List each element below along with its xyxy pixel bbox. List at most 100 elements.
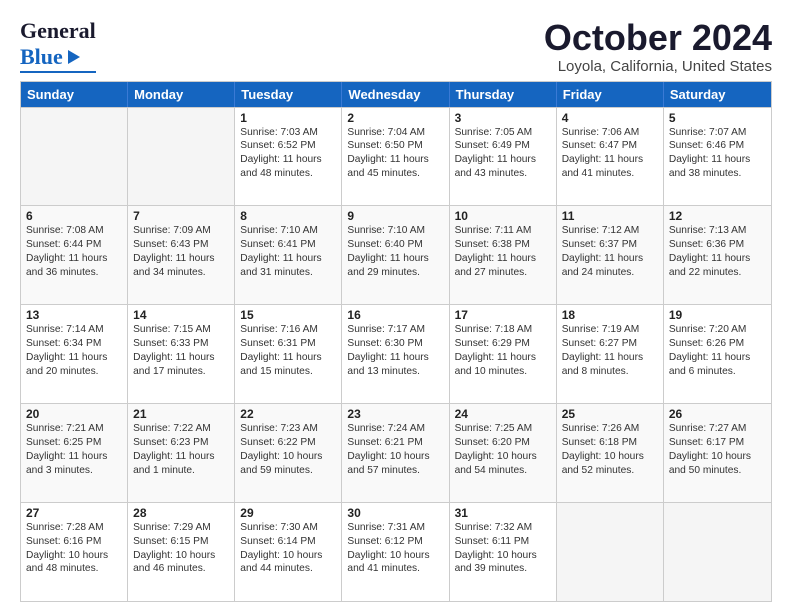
- table-row: 31Sunrise: 7:32 AM Sunset: 6:11 PM Dayli…: [450, 503, 557, 601]
- table-row: 26Sunrise: 7:27 AM Sunset: 6:17 PM Dayli…: [664, 404, 771, 502]
- day-number: 4: [562, 111, 658, 125]
- cell-details: Sunrise: 7:07 AM Sunset: 6:46 PM Dayligh…: [669, 126, 766, 181]
- title-area: October 2024 Loyola, California, United …: [544, 18, 772, 75]
- page: General Blue October 2024 Loyola, Califo…: [0, 0, 792, 612]
- table-row: 7Sunrise: 7:09 AM Sunset: 6:43 PM Daylig…: [128, 206, 235, 304]
- calendar-header: Sunday Monday Tuesday Wednesday Thursday…: [21, 82, 771, 107]
- cell-details: Sunrise: 7:06 AM Sunset: 6:47 PM Dayligh…: [562, 126, 658, 181]
- day-number: 21: [133, 407, 229, 421]
- table-row: 14Sunrise: 7:15 AM Sunset: 6:33 PM Dayli…: [128, 305, 235, 403]
- cell-details: Sunrise: 7:19 AM Sunset: 6:27 PM Dayligh…: [562, 323, 658, 378]
- table-row: 6Sunrise: 7:08 AM Sunset: 6:44 PM Daylig…: [21, 206, 128, 304]
- day-number: 20: [26, 407, 122, 421]
- day-number: 23: [347, 407, 443, 421]
- cell-details: Sunrise: 7:13 AM Sunset: 6:36 PM Dayligh…: [669, 224, 766, 279]
- table-row: 27Sunrise: 7:28 AM Sunset: 6:16 PM Dayli…: [21, 503, 128, 601]
- table-row: 18Sunrise: 7:19 AM Sunset: 6:27 PM Dayli…: [557, 305, 664, 403]
- calendar-body: 1Sunrise: 7:03 AM Sunset: 6:52 PM Daylig…: [21, 107, 771, 601]
- logo-general: General: [20, 18, 96, 43]
- cell-details: Sunrise: 7:32 AM Sunset: 6:11 PM Dayligh…: [455, 521, 551, 576]
- table-row: 3Sunrise: 7:05 AM Sunset: 6:49 PM Daylig…: [450, 108, 557, 206]
- calendar-row-2: 6Sunrise: 7:08 AM Sunset: 6:44 PM Daylig…: [21, 205, 771, 304]
- table-row: 4Sunrise: 7:06 AM Sunset: 6:47 PM Daylig…: [557, 108, 664, 206]
- day-number: 5: [669, 111, 766, 125]
- table-row: 10Sunrise: 7:11 AM Sunset: 6:38 PM Dayli…: [450, 206, 557, 304]
- day-number: 29: [240, 506, 336, 520]
- cell-details: Sunrise: 7:11 AM Sunset: 6:38 PM Dayligh…: [455, 224, 551, 279]
- logo-line2: Blue: [20, 44, 96, 70]
- cell-details: Sunrise: 7:10 AM Sunset: 6:40 PM Dayligh…: [347, 224, 443, 279]
- day-number: 13: [26, 308, 122, 322]
- day-number: 26: [669, 407, 766, 421]
- day-number: 27: [26, 506, 122, 520]
- table-row: 22Sunrise: 7:23 AM Sunset: 6:22 PM Dayli…: [235, 404, 342, 502]
- day-number: 9: [347, 209, 443, 223]
- cell-details: Sunrise: 7:30 AM Sunset: 6:14 PM Dayligh…: [240, 521, 336, 576]
- table-row: 29Sunrise: 7:30 AM Sunset: 6:14 PM Dayli…: [235, 503, 342, 601]
- table-row: 17Sunrise: 7:18 AM Sunset: 6:29 PM Dayli…: [450, 305, 557, 403]
- day-number: 3: [455, 111, 551, 125]
- cell-details: Sunrise: 7:28 AM Sunset: 6:16 PM Dayligh…: [26, 521, 122, 576]
- table-row: [128, 108, 235, 206]
- table-row: 13Sunrise: 7:14 AM Sunset: 6:34 PM Dayli…: [21, 305, 128, 403]
- day-number: 11: [562, 209, 658, 223]
- table-row: [557, 503, 664, 601]
- cell-details: Sunrise: 7:27 AM Sunset: 6:17 PM Dayligh…: [669, 422, 766, 477]
- header-wednesday: Wednesday: [342, 82, 449, 107]
- cell-details: Sunrise: 7:26 AM Sunset: 6:18 PM Dayligh…: [562, 422, 658, 477]
- cell-details: Sunrise: 7:17 AM Sunset: 6:30 PM Dayligh…: [347, 323, 443, 378]
- logo: General Blue: [20, 18, 96, 73]
- cell-details: Sunrise: 7:05 AM Sunset: 6:49 PM Dayligh…: [455, 126, 551, 181]
- table-row: 21Sunrise: 7:22 AM Sunset: 6:23 PM Dayli…: [128, 404, 235, 502]
- month-title: October 2024: [544, 18, 772, 58]
- table-row: 19Sunrise: 7:20 AM Sunset: 6:26 PM Dayli…: [664, 305, 771, 403]
- calendar-row-4: 20Sunrise: 7:21 AM Sunset: 6:25 PM Dayli…: [21, 403, 771, 502]
- table-row: 23Sunrise: 7:24 AM Sunset: 6:21 PM Dayli…: [342, 404, 449, 502]
- cell-details: Sunrise: 7:21 AM Sunset: 6:25 PM Dayligh…: [26, 422, 122, 477]
- day-number: 25: [562, 407, 658, 421]
- calendar: Sunday Monday Tuesday Wednesday Thursday…: [20, 81, 772, 602]
- logo-blue: Blue: [20, 44, 63, 70]
- logo-line1: General: [20, 18, 96, 44]
- day-number: 6: [26, 209, 122, 223]
- cell-details: Sunrise: 7:31 AM Sunset: 6:12 PM Dayligh…: [347, 521, 443, 576]
- day-number: 7: [133, 209, 229, 223]
- logo-underline: [20, 71, 96, 73]
- day-number: 12: [669, 209, 766, 223]
- table-row: 20Sunrise: 7:21 AM Sunset: 6:25 PM Dayli…: [21, 404, 128, 502]
- table-row: 25Sunrise: 7:26 AM Sunset: 6:18 PM Dayli…: [557, 404, 664, 502]
- table-row: 15Sunrise: 7:16 AM Sunset: 6:31 PM Dayli…: [235, 305, 342, 403]
- day-number: 8: [240, 209, 336, 223]
- day-number: 10: [455, 209, 551, 223]
- day-number: 18: [562, 308, 658, 322]
- day-number: 31: [455, 506, 551, 520]
- table-row: [664, 503, 771, 601]
- day-number: 19: [669, 308, 766, 322]
- cell-details: Sunrise: 7:29 AM Sunset: 6:15 PM Dayligh…: [133, 521, 229, 576]
- cell-details: Sunrise: 7:08 AM Sunset: 6:44 PM Dayligh…: [26, 224, 122, 279]
- day-number: 30: [347, 506, 443, 520]
- day-number: 2: [347, 111, 443, 125]
- cell-details: Sunrise: 7:09 AM Sunset: 6:43 PM Dayligh…: [133, 224, 229, 279]
- cell-details: Sunrise: 7:15 AM Sunset: 6:33 PM Dayligh…: [133, 323, 229, 378]
- cell-details: Sunrise: 7:10 AM Sunset: 6:41 PM Dayligh…: [240, 224, 336, 279]
- day-number: 16: [347, 308, 443, 322]
- cell-details: Sunrise: 7:23 AM Sunset: 6:22 PM Dayligh…: [240, 422, 336, 477]
- logo-arrow-icon: [68, 50, 80, 64]
- cell-details: Sunrise: 7:24 AM Sunset: 6:21 PM Dayligh…: [347, 422, 443, 477]
- table-row: 30Sunrise: 7:31 AM Sunset: 6:12 PM Dayli…: [342, 503, 449, 601]
- location: Loyola, California, United States: [544, 58, 772, 75]
- table-row: 9Sunrise: 7:10 AM Sunset: 6:40 PM Daylig…: [342, 206, 449, 304]
- table-row: 2Sunrise: 7:04 AM Sunset: 6:50 PM Daylig…: [342, 108, 449, 206]
- calendar-row-5: 27Sunrise: 7:28 AM Sunset: 6:16 PM Dayli…: [21, 502, 771, 601]
- calendar-row-1: 1Sunrise: 7:03 AM Sunset: 6:52 PM Daylig…: [21, 107, 771, 206]
- day-number: 17: [455, 308, 551, 322]
- cell-details: Sunrise: 7:03 AM Sunset: 6:52 PM Dayligh…: [240, 126, 336, 181]
- header-tuesday: Tuesday: [235, 82, 342, 107]
- cell-details: Sunrise: 7:04 AM Sunset: 6:50 PM Dayligh…: [347, 126, 443, 181]
- table-row: [21, 108, 128, 206]
- header-sunday: Sunday: [21, 82, 128, 107]
- calendar-row-3: 13Sunrise: 7:14 AM Sunset: 6:34 PM Dayli…: [21, 304, 771, 403]
- table-row: 28Sunrise: 7:29 AM Sunset: 6:15 PM Dayli…: [128, 503, 235, 601]
- header: General Blue October 2024 Loyola, Califo…: [20, 18, 772, 75]
